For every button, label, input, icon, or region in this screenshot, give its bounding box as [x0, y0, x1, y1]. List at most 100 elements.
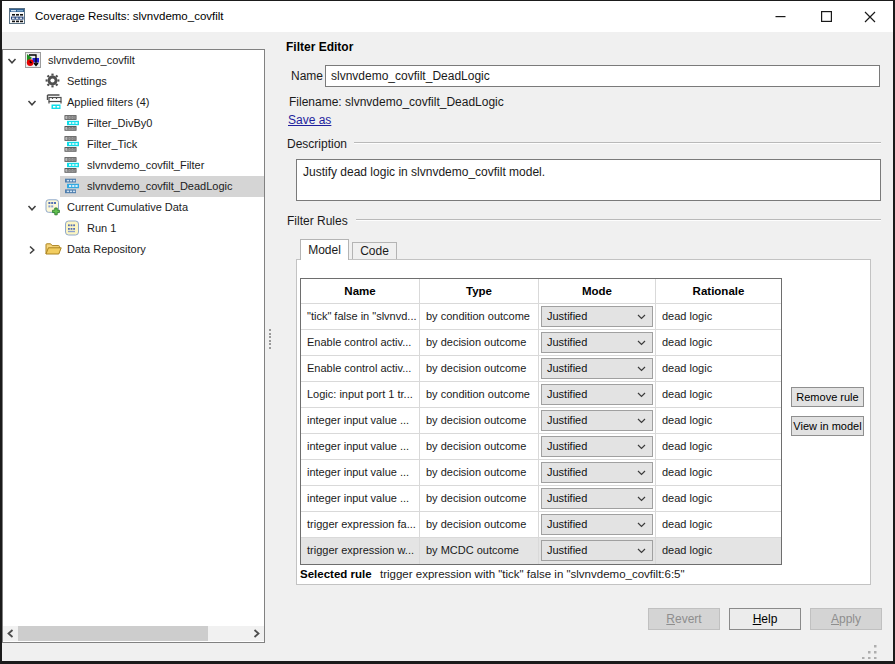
rule-mode-cell: Justified: [539, 538, 656, 564]
maximize-button[interactable]: [803, 1, 849, 32]
tree-item-run-1[interactable]: Run 1: [3, 218, 264, 239]
gear-icon: [45, 73, 61, 89]
rule-type-cell[interactable]: by decision outcome: [420, 460, 539, 486]
column-header-rationale[interactable]: Rationale: [656, 279, 781, 304]
description-textarea[interactable]: Justify dead logic in slvnvdemo_covfilt …: [296, 159, 881, 201]
rule-name-cell[interactable]: "tick" false in "slvnvd...: [301, 304, 420, 330]
scrollbar-thumb[interactable]: [18, 626, 208, 641]
tree-item-slvnvdemo-covfilt-filter[interactable]: slvnvdemo_covfilt_Filter: [3, 155, 264, 176]
panel-splitter[interactable]: [266, 49, 282, 643]
mode-dropdown[interactable]: Justified: [541, 306, 653, 327]
mode-dropdown[interactable]: Justified: [541, 384, 653, 405]
splitter-grip-dot: [269, 347, 271, 349]
coverage-results-window: Coverage Results: slvnvdemo_covfilt: [0, 0, 895, 664]
rule-rationale-cell[interactable]: dead logic: [656, 356, 781, 382]
name-label: Name: [291, 69, 323, 83]
mode-dropdown[interactable]: Justified: [541, 332, 653, 353]
scroll-right-arrow[interactable]: [249, 626, 264, 641]
rule-rationale-cell[interactable]: dead logic: [656, 460, 781, 486]
revert-button[interactable]: Revert: [648, 608, 720, 630]
mode-dropdown[interactable]: Justified: [541, 462, 653, 483]
mode-dropdown[interactable]: Justified: [541, 358, 653, 379]
tree-item-label: Filter_DivBy0: [87, 113, 152, 134]
rule-type-cell[interactable]: by MCDC outcome: [420, 538, 539, 564]
tree-item-slvnvdemo-covfilt[interactable]: slvnvdemo_covfilt: [3, 50, 264, 71]
selected-rule-label: Selected rule: [300, 568, 372, 580]
rule-rationale-cell[interactable]: dead logic: [656, 486, 781, 512]
apply-button[interactable]: Apply: [810, 608, 882, 630]
name-input[interactable]: [325, 65, 880, 87]
rule-rationale-cell[interactable]: dead logic: [656, 512, 781, 538]
rule-rationale-cell[interactable]: dead logic: [656, 434, 781, 460]
tab-code[interactable]: Code: [352, 242, 397, 259]
mode-dropdown-value: Justified: [547, 440, 587, 452]
mode-dropdown-value: Justified: [547, 362, 587, 374]
column-header-type[interactable]: Type: [420, 279, 539, 304]
filter-rules-label: Filter Rules: [287, 214, 348, 228]
filter-rules-separator: [356, 219, 881, 221]
mode-dropdown[interactable]: Justified: [541, 436, 653, 457]
chevron-down-icon[interactable]: [27, 98, 37, 108]
rule-name-cell[interactable]: trigger expression fa...: [301, 512, 420, 538]
filter-icon: [64, 157, 80, 173]
save-as-link[interactable]: Save as: [288, 113, 331, 127]
tab-model[interactable]: Model: [300, 239, 349, 260]
rule-type-cell[interactable]: by decision outcome: [420, 356, 539, 382]
mode-dropdown-value: Justified: [547, 544, 587, 556]
rule-name-cell[interactable]: Enable control activ...: [301, 356, 420, 382]
rule-name-cell[interactable]: integer input value ...: [301, 460, 420, 486]
rule-name-cell[interactable]: integer input value ...: [301, 434, 420, 460]
rule-rationale-cell[interactable]: dead logic: [656, 538, 781, 564]
rule-rationale-cell[interactable]: dead logic: [656, 408, 781, 434]
rule-type-cell[interactable]: by condition outcome: [420, 304, 539, 330]
tree-item-label: Data Repository: [67, 239, 146, 260]
mode-dropdown-value: Justified: [547, 466, 587, 478]
chevron-right-icon[interactable]: [27, 245, 37, 255]
rule-name-cell[interactable]: Enable control activ...: [301, 330, 420, 356]
remove-rule-button[interactable]: Remove rule: [791, 387, 864, 407]
chevron-down-icon[interactable]: [27, 203, 37, 213]
tree-item-current-cumulative-data[interactable]: Current Cumulative Data: [3, 197, 264, 218]
mode-dropdown[interactable]: Justified: [541, 488, 653, 509]
tree-item-filter-tick[interactable]: Filter_Tick: [3, 134, 264, 155]
rule-name-cell[interactable]: integer input value ...: [301, 486, 420, 512]
tree-item-slvnvdemo-covfilt-deadlogic[interactable]: slvnvdemo_covfilt_DeadLogic: [3, 176, 264, 197]
minimize-button[interactable]: [757, 1, 803, 32]
tree-horizontal-scrollbar[interactable]: [3, 626, 264, 641]
tree-item-label: slvnvdemo_covfilt_DeadLogic: [87, 176, 233, 197]
rule-type-cell[interactable]: by decision outcome: [420, 434, 539, 460]
column-header-mode[interactable]: Mode: [539, 279, 656, 304]
help-button[interactable]: Help: [729, 608, 801, 630]
mode-dropdown[interactable]: Justified: [541, 410, 653, 431]
rule-type-cell[interactable]: by decision outcome: [420, 512, 539, 538]
rule-type-cell[interactable]: by condition outcome: [420, 382, 539, 408]
mode-dropdown[interactable]: Justified: [541, 514, 653, 535]
rule-rationale-cell[interactable]: dead logic: [656, 330, 781, 356]
rule-mode-cell: Justified: [539, 434, 656, 460]
resize-grip[interactable]: [862, 645, 878, 659]
rule-name-cell[interactable]: integer input value ...: [301, 408, 420, 434]
splitter-grip-dot: [269, 343, 271, 345]
view-in-model-button[interactable]: View in model: [791, 416, 864, 436]
rule-type-cell[interactable]: by decision outcome: [420, 486, 539, 512]
tree-item-applied-filters-4-[interactable]: Applied filters (4): [3, 92, 264, 113]
rule-type-cell[interactable]: by decision outcome: [420, 330, 539, 356]
tree-item-settings[interactable]: Settings: [3, 71, 264, 92]
chevron-down-icon: [637, 522, 646, 528]
mode-dropdown-value: Justified: [547, 492, 587, 504]
rule-name-cell[interactable]: trigger expression w...: [301, 538, 420, 564]
mode-dropdown[interactable]: Justified: [541, 540, 653, 561]
rule-rationale-cell[interactable]: dead logic: [656, 304, 781, 330]
close-button[interactable]: [847, 1, 893, 32]
coverage-app-icon: [9, 8, 26, 25]
rule-rationale-cell[interactable]: dead logic: [656, 382, 781, 408]
rule-type-cell[interactable]: by decision outcome: [420, 408, 539, 434]
splitter-grip-dot: [269, 333, 271, 335]
filter-icon: [64, 115, 80, 131]
tree-item-data-repository[interactable]: Data Repository: [3, 239, 264, 260]
scroll-left-arrow[interactable]: [3, 626, 18, 641]
tree-item-filter-divby0[interactable]: Filter_DivBy0: [3, 113, 264, 134]
chevron-down-icon[interactable]: [7, 56, 17, 66]
rule-name-cell[interactable]: Logic: input port 1 tr...: [301, 382, 420, 408]
column-header-name[interactable]: Name: [301, 279, 420, 304]
